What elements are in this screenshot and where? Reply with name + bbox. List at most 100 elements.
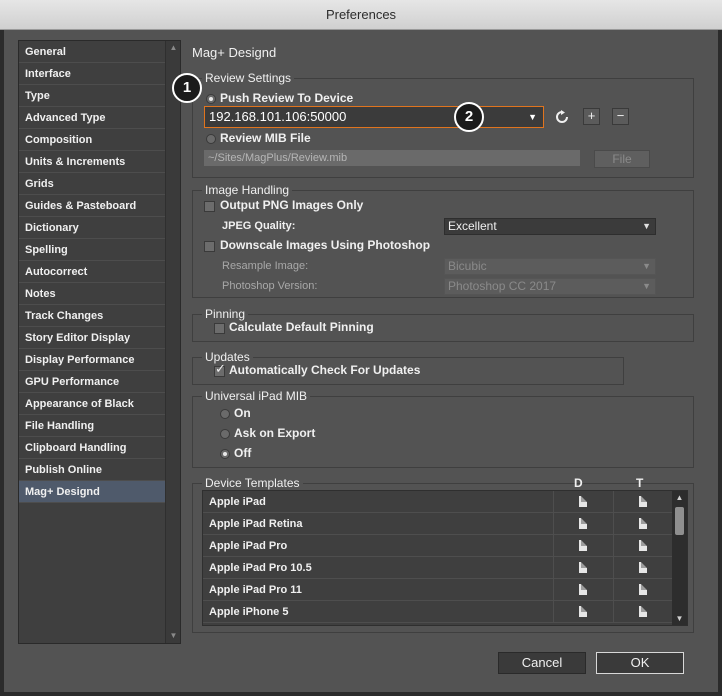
- sidebar-item-advanced-type[interactable]: Advanced Type: [19, 107, 167, 129]
- table-row[interactable]: Apple iPad Pro: [203, 535, 673, 557]
- universal-on-radio[interactable]: [220, 409, 230, 419]
- device-name: Apple iPad Pro 10.5: [209, 562, 312, 574]
- review-settings-title: Review Settings: [202, 71, 295, 85]
- cancel-button[interactable]: Cancel: [498, 652, 586, 674]
- device-ip-select[interactable]: 192.168.101.106:50000 ▼: [204, 106, 544, 128]
- scroll-down-icon[interactable]: ▼: [166, 629, 180, 643]
- document-icon[interactable]: [579, 518, 587, 529]
- sidebar-item-spelling[interactable]: Spelling: [19, 239, 167, 261]
- callout-badge-1: 1: [172, 73, 202, 103]
- column-header-t[interactable]: T: [636, 476, 643, 490]
- column-header-d[interactable]: D: [574, 476, 583, 490]
- sidebar-item-file-handling[interactable]: File Handling: [19, 415, 167, 437]
- panel-title: Mag+ Designd: [192, 45, 277, 60]
- calculate-pinning-label: Calculate Default Pinning: [229, 320, 374, 334]
- downscale-label: Downscale Images Using Photoshop: [220, 238, 431, 252]
- push-review-label: Push Review To Device: [220, 91, 354, 105]
- photoshop-version-select[interactable]: Photoshop CC 2017 ▼: [444, 278, 656, 295]
- document-icon[interactable]: [579, 584, 587, 595]
- table-row[interactable]: Apple iPad: [203, 491, 673, 513]
- sidebar-item-dictionary[interactable]: Dictionary: [19, 217, 167, 239]
- review-mib-radio[interactable]: [206, 134, 216, 144]
- remove-device-button[interactable]: −: [612, 108, 629, 125]
- sidebar-item-autocorrect[interactable]: Autocorrect: [19, 261, 167, 283]
- table-row[interactable]: Apple iPad Pro 10.5: [203, 557, 673, 579]
- sidebar-item-display-performance[interactable]: Display Performance: [19, 349, 167, 371]
- calculate-pinning-checkbox[interactable]: [214, 323, 225, 334]
- chevron-down-icon: ▼: [528, 112, 537, 122]
- downscale-checkbox[interactable]: [204, 241, 215, 252]
- sidebar-item-guides-pasteboard[interactable]: Guides & Pasteboard: [19, 195, 167, 217]
- mib-path-field[interactable]: ~/Sites/MagPlus/Review.mib: [204, 150, 580, 166]
- document-icon[interactable]: [579, 496, 587, 507]
- push-review-radio[interactable]: [206, 94, 216, 104]
- universal-off-radio[interactable]: [220, 449, 230, 459]
- table-row[interactable]: Apple iPhone 5: [203, 601, 673, 623]
- device-templates-table: Apple iPad Apple iPad Retina Apple iPad …: [202, 490, 688, 626]
- image-handling-title: Image Handling: [202, 183, 293, 197]
- png-only-label: Output PNG Images Only: [220, 198, 364, 212]
- universal-ask-radio[interactable]: [220, 429, 230, 439]
- sidebar-item-story-editor-display[interactable]: Story Editor Display: [19, 327, 167, 349]
- scroll-up-icon[interactable]: ▲: [166, 41, 180, 55]
- jpeg-quality-label: JPEG Quality:: [222, 220, 296, 232]
- document-icon[interactable]: [639, 540, 647, 551]
- document-icon[interactable]: [639, 496, 647, 507]
- sidebar-item-publish-online[interactable]: Publish Online: [19, 459, 167, 481]
- document-icon[interactable]: [639, 562, 647, 573]
- auto-update-label: Automatically Check For Updates: [229, 363, 421, 377]
- device-name: Apple iPad: [209, 496, 266, 508]
- sidebar-item-appearance-of-black[interactable]: Appearance of Black: [19, 393, 167, 415]
- universal-ask-label: Ask on Export: [234, 426, 316, 440]
- document-icon[interactable]: [639, 518, 647, 529]
- callout-badge-2: 2: [454, 102, 484, 132]
- sidebar-item-general[interactable]: General: [19, 41, 167, 63]
- preferences-window: General Interface Type Advanced Type Com…: [4, 30, 718, 692]
- document-icon[interactable]: [639, 606, 647, 617]
- add-device-button[interactable]: +: [583, 108, 600, 125]
- sidebar-item-mag-designd[interactable]: Mag+ Designd: [19, 481, 167, 503]
- window-title: Preferences: [325, 7, 397, 22]
- sidebar-item-type[interactable]: Type: [19, 85, 167, 107]
- sidebar-item-grids[interactable]: Grids: [19, 173, 167, 195]
- document-icon[interactable]: [579, 606, 587, 617]
- png-only-checkbox[interactable]: [204, 201, 215, 212]
- sidebar-item-interface[interactable]: Interface: [19, 63, 167, 85]
- sidebar-item-gpu-performance[interactable]: GPU Performance: [19, 371, 167, 393]
- sidebar-scrollbar[interactable]: ▲ ▼: [165, 41, 180, 643]
- updates-title: Updates: [202, 350, 253, 364]
- resample-select[interactable]: Bicubic ▼: [444, 258, 656, 275]
- table-row[interactable]: Apple iPad Pro 11: [203, 579, 673, 601]
- jpeg-quality-select[interactable]: Excellent ▼: [444, 218, 656, 235]
- sidebar-item-track-changes[interactable]: Track Changes: [19, 305, 167, 327]
- device-name: Apple iPhone 5: [209, 606, 289, 618]
- scroll-down-icon[interactable]: ▼: [672, 614, 687, 623]
- sidebar-item-composition[interactable]: Composition: [19, 129, 167, 151]
- document-icon[interactable]: [579, 562, 587, 573]
- checkmark-icon: ✓: [215, 361, 226, 376]
- pinning-title: Pinning: [202, 307, 249, 321]
- file-button[interactable]: File: [594, 150, 650, 168]
- scroll-thumb[interactable]: [675, 507, 684, 535]
- device-table-scrollbar[interactable]: ▲ ▼: [672, 491, 687, 625]
- sidebar-item-notes[interactable]: Notes: [19, 283, 167, 305]
- resample-value: Bicubic: [448, 259, 487, 273]
- chevron-down-icon: ▼: [642, 261, 651, 271]
- table-row[interactable]: Apple iPad Retina: [203, 513, 673, 535]
- sidebar-item-units-increments[interactable]: Units & Increments: [19, 151, 167, 173]
- document-icon[interactable]: [639, 584, 647, 595]
- device-ip-value: 192.168.101.106:50000: [209, 109, 347, 124]
- scroll-up-icon[interactable]: ▲: [672, 493, 687, 502]
- universal-off-label: Off: [234, 446, 252, 460]
- ok-button[interactable]: OK: [596, 652, 684, 674]
- sidebar-item-clipboard-handling[interactable]: Clipboard Handling: [19, 437, 167, 459]
- review-mib-label: Review MIB File: [220, 131, 311, 145]
- refresh-icon[interactable]: [555, 110, 569, 124]
- sidebar-list: General Interface Type Advanced Type Com…: [19, 41, 167, 503]
- photoshop-version-value: Photoshop CC 2017: [448, 279, 557, 293]
- chevron-down-icon: ▼: [642, 221, 651, 231]
- device-name: Apple iPad Retina: [209, 518, 303, 530]
- universal-ipad-title: Universal iPad MIB: [202, 389, 311, 403]
- window-title-bar: Preferences: [0, 0, 722, 30]
- document-icon[interactable]: [579, 540, 587, 551]
